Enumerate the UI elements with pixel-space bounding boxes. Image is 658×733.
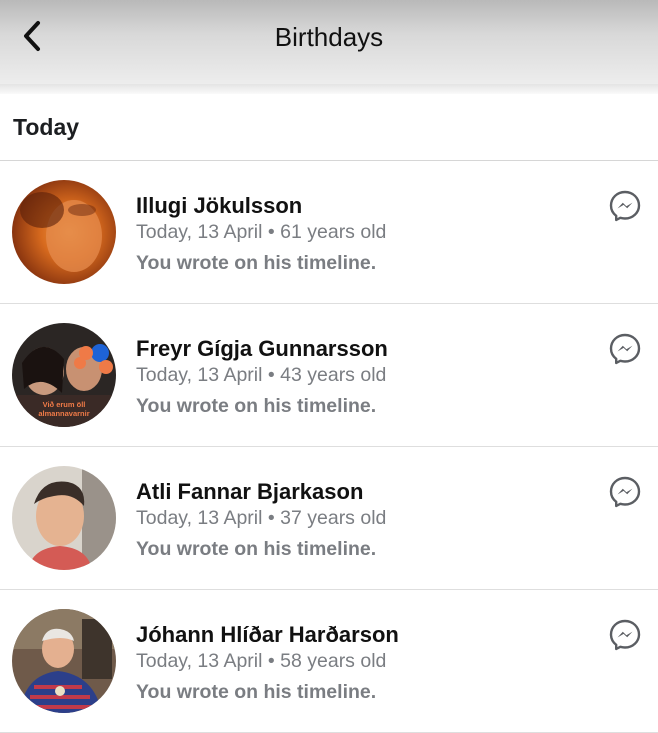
message-button[interactable] xyxy=(606,332,644,370)
timeline-note: You wrote on his timeline. xyxy=(136,538,377,560)
avatar xyxy=(12,180,116,284)
svg-text:Við erum öll: Við erum öll xyxy=(43,400,86,409)
birthday-details: Today, 13 April • 43 years old xyxy=(136,364,386,387)
birthday-date: Today, 13 April xyxy=(136,364,263,386)
age: 58 years old xyxy=(280,650,387,672)
person-name: Atli Fannar Bjarkason xyxy=(136,479,364,504)
separator-dot: • xyxy=(267,364,275,386)
list-item[interactable]: Atli Fannar Bjarkason Today, 13 April • … xyxy=(0,447,658,590)
avatar: Við erum öll almannavarnir xyxy=(12,323,116,427)
person-name: Jóhann Hlíðar Harðarson xyxy=(136,622,399,647)
messenger-icon xyxy=(608,189,642,228)
age: 37 years old xyxy=(280,507,387,529)
birthday-details: Today, 13 April • 37 years old xyxy=(136,507,386,530)
birthday-details: Today, 13 April • 61 years old xyxy=(136,221,386,244)
person-name: Illugi Jökulsson xyxy=(136,193,303,218)
messenger-icon xyxy=(608,475,642,514)
avatar xyxy=(12,466,116,570)
message-button[interactable] xyxy=(606,618,644,656)
timeline-note: You wrote on his timeline. xyxy=(136,681,377,703)
age: 43 years old xyxy=(280,364,387,386)
list-item[interactable]: Illugi Jökulsson Today, 13 April • 61 ye… xyxy=(0,161,658,304)
list-item[interactable]: Við erum öll almannavarnir Freyr Gígja G… xyxy=(0,304,658,447)
birthday-date: Today, 13 April xyxy=(136,507,263,529)
birthday-details: Today, 13 April • 58 years old xyxy=(136,650,386,673)
message-button[interactable] xyxy=(606,189,644,227)
birthday-date: Today, 13 April xyxy=(136,650,263,672)
section-title-today: Today xyxy=(13,114,80,140)
list-item[interactable]: Jóhann Hlíðar Harðarson Today, 13 April … xyxy=(0,590,658,733)
birthday-date: Today, 13 April xyxy=(136,221,263,243)
header-shadow xyxy=(0,84,658,94)
avatar xyxy=(12,609,116,713)
page-title: Birthdays xyxy=(274,22,384,52)
messenger-icon xyxy=(608,618,642,657)
section-header: Today xyxy=(0,94,658,161)
age: 61 years old xyxy=(280,221,387,243)
person-name: Freyr Gígja Gunnarsson xyxy=(136,336,388,361)
timeline-note: You wrote on his timeline. xyxy=(136,395,377,417)
message-button[interactable] xyxy=(606,475,644,513)
timeline-note: You wrote on his timeline. xyxy=(136,252,377,274)
separator-dot: • xyxy=(267,221,275,243)
separator-dot: • xyxy=(267,507,275,529)
svg-text:almannavarnir: almannavarnir xyxy=(38,409,89,418)
birthday-list: Illugi Jökulsson Today, 13 April • 61 ye… xyxy=(0,161,658,733)
separator-dot: • xyxy=(267,650,275,672)
messenger-icon xyxy=(608,332,642,371)
